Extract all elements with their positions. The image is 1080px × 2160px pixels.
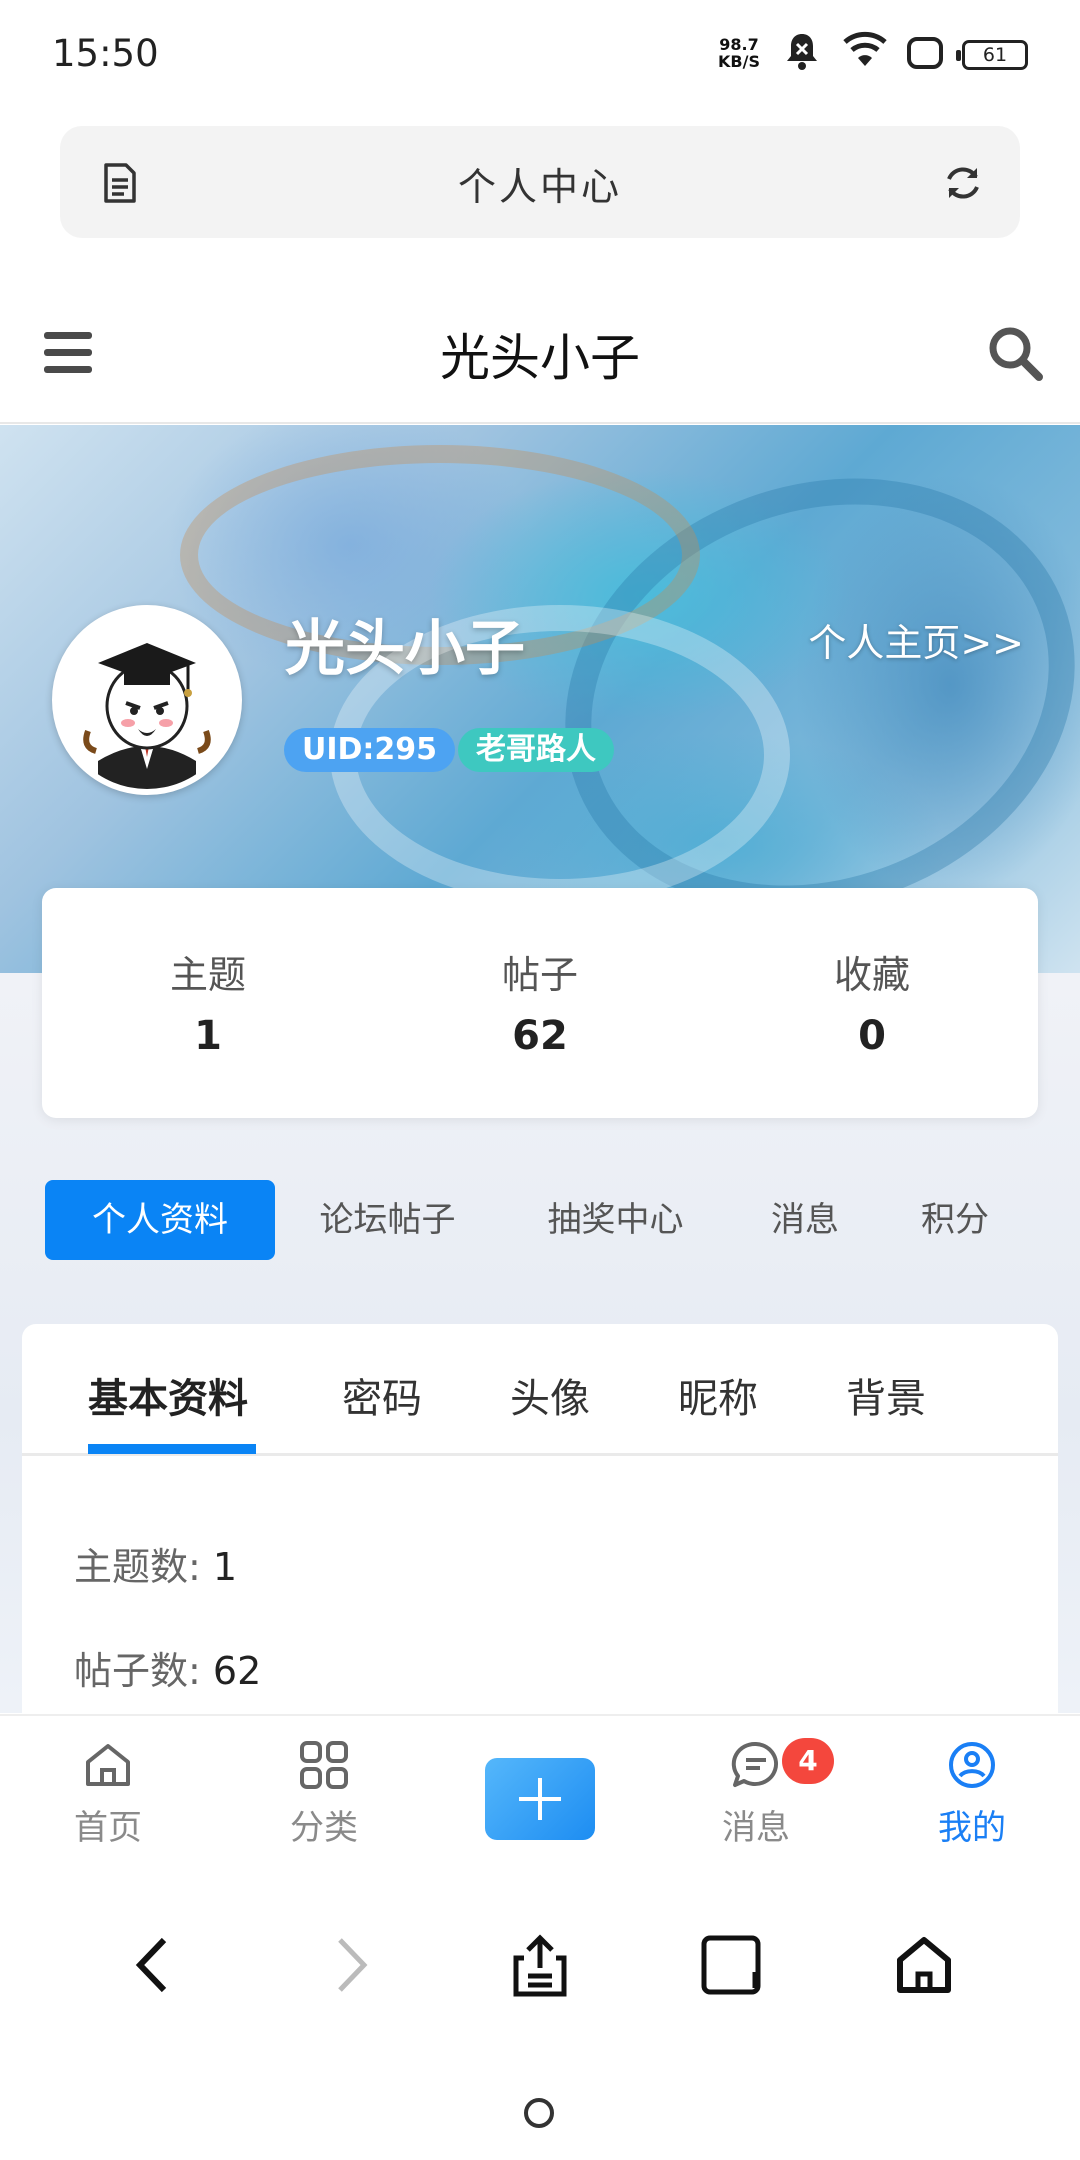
nav-mine-label: 我的 — [938, 1808, 1006, 1848]
grid-icon — [300, 1741, 348, 1789]
field-post-count: 帖子数: 62 — [74, 1640, 261, 1695]
reload-icon[interactable] — [942, 162, 984, 204]
stat-favorites[interactable]: 收藏 0 — [706, 888, 1038, 1118]
stat-value: 1 — [194, 1013, 222, 1059]
mute-bell-icon — [787, 34, 817, 70]
field-topic-count: 主题数: 1 — [74, 1536, 237, 1591]
nav-mine[interactable]: 我的 — [902, 1740, 1042, 1849]
network-speed: 98.7 KB/S — [718, 36, 760, 70]
stat-value: 0 — [858, 1013, 886, 1059]
url-bar-title: 个人中心 — [457, 165, 622, 209]
search-icon[interactable] — [986, 324, 1046, 384]
plus-icon — [519, 1778, 561, 1820]
message-count-badge: 4 — [782, 1738, 834, 1784]
battery-icon: 61 — [956, 40, 1028, 70]
profile-info-card: 基本资料 密码 头像 昵称 背景 主题数: 1 帖子数: 62 — [22, 1324, 1058, 1744]
subtab-background[interactable]: 背景 — [846, 1366, 926, 1424]
field-label: 主题数: — [74, 1545, 201, 1589]
app-header: 光头小子 — [0, 290, 1080, 424]
stats-card: 主题 1 帖子 62 收藏 0 — [42, 888, 1038, 1118]
nav-home[interactable]: 首页 — [38, 1740, 178, 1849]
profile-nav-tabs: 个人资料 论坛帖子 抽奖中心 消息 积分 — [0, 1180, 1080, 1260]
tab-lottery[interactable]: 抽奖中心 — [528, 1180, 703, 1260]
bottom-nav: 首页 分类 消息 4 我的 — [0, 1714, 1080, 1894]
browser-toolbar — [0, 1894, 1080, 2044]
avatar-image — [58, 611, 236, 789]
subtab-password[interactable]: 密码 — [342, 1366, 422, 1424]
nav-category-label: 分类 — [290, 1808, 358, 1848]
nav-messages-label: 消息 — [722, 1808, 790, 1848]
subtab-basic-info[interactable]: 基本资料 — [88, 1366, 248, 1424]
stat-topics[interactable]: 主题 1 — [42, 888, 374, 1118]
page-title: 光头小子 — [440, 329, 640, 387]
field-value: 62 — [212, 1649, 262, 1693]
rank-badge: 老哥路人 — [458, 728, 614, 772]
profile-sub-tabs: 基本资料 密码 头像 昵称 背景 — [22, 1324, 1058, 1456]
forward-icon[interactable] — [326, 1934, 376, 1996]
avatar[interactable] — [52, 605, 242, 795]
stat-label: 帖子 — [501, 953, 578, 997]
status-bar: 15:50 98.7 KB/S 61 — [0, 0, 1080, 110]
subtab-nickname[interactable]: 昵称 — [678, 1366, 758, 1424]
stat-label: 收藏 — [833, 953, 910, 997]
home-gesture-indicator[interactable] — [524, 2098, 554, 2128]
screen-icon — [907, 37, 943, 69]
share-icon[interactable] — [510, 1934, 570, 1998]
field-label: 帖子数: — [74, 1649, 201, 1693]
tab-points[interactable]: 积分 — [900, 1180, 1010, 1260]
uid-badge: UID:295 — [284, 728, 456, 772]
tab-messages[interactable]: 消息 — [750, 1180, 860, 1260]
network-speed-unit: KB/S — [718, 52, 760, 71]
back-icon[interactable] — [128, 1934, 178, 1996]
tabs-icon[interactable] — [700, 1934, 764, 1996]
stat-value: 62 — [512, 1013, 568, 1059]
tab-profile[interactable]: 个人资料 — [45, 1180, 275, 1260]
stat-posts[interactable]: 帖子 62 — [374, 888, 706, 1118]
active-tab-indicator — [88, 1444, 256, 1454]
user-circle-icon — [949, 1742, 995, 1788]
clock: 15:50 — [52, 32, 159, 75]
browser-url-bar[interactable]: 个人中心 — [60, 126, 1020, 238]
home-icon — [86, 1744, 130, 1786]
subtab-avatar[interactable]: 头像 — [510, 1366, 590, 1424]
network-speed-value: 98.7 — [719, 35, 759, 54]
chat-icon — [731, 1741, 779, 1787]
profile-username: 光头小子 — [285, 614, 525, 684]
profile-home-link[interactable]: 个人主页>> — [808, 612, 1024, 667]
browser-home-icon[interactable] — [894, 1934, 954, 1996]
add-post-button[interactable] — [485, 1758, 595, 1840]
wifi-icon — [843, 31, 887, 66]
stat-label: 主题 — [169, 953, 246, 997]
field-value: 1 — [212, 1545, 238, 1589]
nav-home-label: 首页 — [74, 1808, 142, 1848]
tab-forum-posts[interactable]: 论坛帖子 — [300, 1180, 475, 1260]
nav-category[interactable]: 分类 — [254, 1740, 394, 1849]
